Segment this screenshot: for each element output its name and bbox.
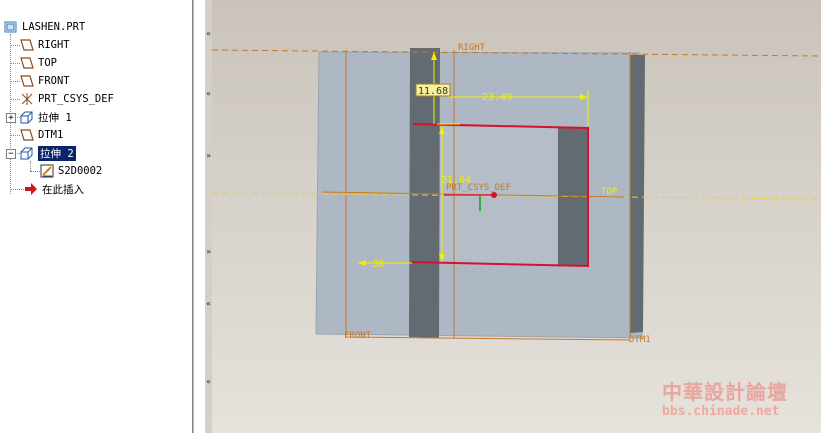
sketch-icon: [40, 164, 54, 178]
extrude-icon: [20, 111, 33, 124]
watermark-chinese-text: 中華設計論壇: [662, 380, 788, 404]
watermark: 中華設計論壇 bbs.chinade.net: [662, 376, 818, 424]
tree-item-top[interactable]: TOP: [20, 55, 57, 71]
tree-item-label: 在此插入: [42, 183, 84, 196]
sash-arrow-icon[interactable]: «: [205, 30, 212, 38]
dim-30[interactable]: 30: [372, 259, 384, 270]
datum-label-front[interactable]: FRONT: [344, 331, 372, 341]
sash-arrow-icon[interactable]: «: [205, 378, 212, 386]
tree-item-label: 拉伸 1: [38, 111, 72, 124]
expand-toggle[interactable]: +: [6, 113, 16, 123]
model-tree: + − LASHEN.PRT RIGHT TOP FRONT PRT_CSYS_…: [0, 0, 192, 433]
sash-arrow-icon[interactable]: «: [205, 90, 212, 98]
tree-item-label: S2D0002: [58, 165, 103, 177]
tree-item-label: PRT_CSYS_DEF: [38, 93, 114, 105]
part-side-face: [630, 55, 645, 333]
tree-item-insert-here[interactable]: 在此插入: [24, 181, 84, 197]
tree-item-front[interactable]: FRONT: [20, 73, 70, 89]
watermark-url-text: bbs.chinade.net: [662, 404, 780, 419]
insert-here-arrow-icon: [25, 183, 37, 195]
tree-item-label: FRONT: [38, 75, 70, 87]
tree-connector: [10, 45, 20, 46]
dim-23-49[interactable]: 23.49: [482, 92, 512, 103]
tree-item-dtm1[interactable]: DTM1: [20, 127, 63, 143]
tree-item-extrude-1[interactable]: 拉伸 1: [20, 109, 72, 125]
extrude-icon: [20, 147, 33, 160]
tree-item-sketch[interactable]: S2D0002: [40, 163, 102, 179]
datum-plane-icon: [20, 57, 34, 69]
tree-item-extrude-2[interactable]: 拉伸 2: [20, 145, 76, 161]
tree-connector: [10, 135, 20, 136]
tree-item-label: LASHEN.PRT: [22, 21, 86, 33]
tree-connector: [30, 171, 40, 172]
csys-label[interactable]: PRT_CSYS_DEF: [446, 183, 511, 193]
datum-label-dtm1[interactable]: DTM1: [629, 335, 651, 345]
csys-icon: [21, 93, 33, 105]
tree-item-label: DTM1: [38, 129, 64, 141]
tree-item-label: RIGHT: [38, 39, 70, 51]
tree-item-label: TOP: [38, 57, 57, 69]
datum-label-top[interactable]: TOP: [601, 187, 618, 197]
tree-connector: [10, 99, 20, 100]
panel-gap: [194, 0, 204, 433]
sash-arrow-icon[interactable]: »: [205, 152, 212, 160]
sash-arrow-icon[interactable]: »: [205, 248, 212, 256]
tree-item-part[interactable]: LASHEN.PRT: [4, 19, 85, 35]
datum-label-right[interactable]: RIGHT: [458, 43, 486, 53]
tree-connector: [10, 81, 20, 82]
datum-plane-icon: [20, 39, 34, 51]
part-icon: [4, 21, 17, 33]
graphics-viewport[interactable]: 11.68 23.49 21.64 30 RIGHT TOP FRONT DTM…: [212, 0, 821, 433]
sash-arrow-icon[interactable]: «: [205, 300, 212, 308]
tree-connector: [10, 63, 20, 64]
tree-item-label: 拉伸 2: [38, 145, 76, 161]
datum-plane-icon: [20, 75, 34, 87]
tree-item-csys[interactable]: PRT_CSYS_DEF: [20, 91, 114, 107]
datum-plane-icon: [20, 129, 34, 141]
model-canvas[interactable]: 11.68 23.49 21.64 30 RIGHT TOP FRONT DTM…: [212, 0, 821, 433]
tree-item-right[interactable]: RIGHT: [20, 37, 70, 53]
dim-11-68[interactable]: 11.68: [418, 86, 448, 97]
tree-connector: [30, 161, 31, 171]
collapse-toggle[interactable]: −: [6, 149, 16, 159]
tree-connector: [10, 189, 24, 190]
